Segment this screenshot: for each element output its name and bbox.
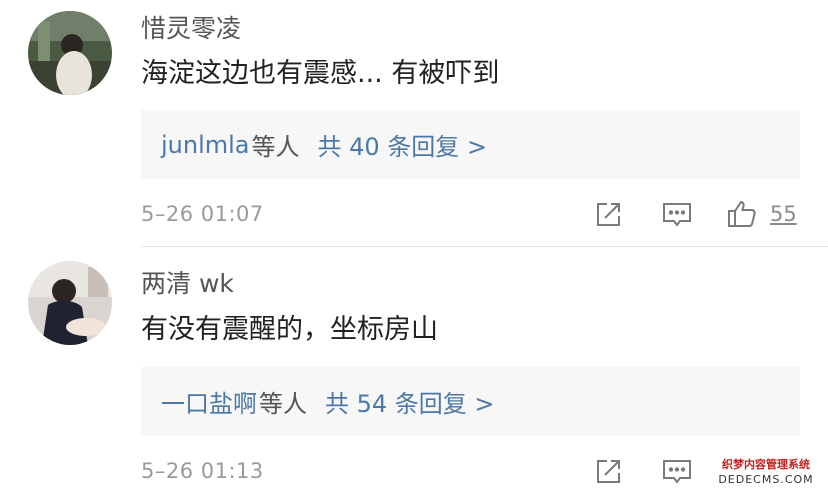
username[interactable]: 惜灵零凌 — [141, 14, 241, 44]
watermark-title: 织梦内容管理系统 — [722, 458, 810, 471]
reply-etc-label: 等人 — [251, 133, 300, 161]
share-icon[interactable] — [593, 455, 625, 487]
thumbs-up-icon[interactable] — [726, 198, 758, 230]
replies-link[interactable]: junlmla 等人 共 40 条回复 > — [141, 110, 800, 179]
comment-item: 两清 wk 有没有震醒的，坐标房山 一口盐啊 等人 共 54 条回复 > 5–2… — [0, 247, 828, 493]
share-icon[interactable] — [593, 198, 625, 230]
comment-icon[interactable] — [661, 198, 693, 230]
comment-item: 惜灵零凌 海淀这边也有震感... 有被吓到 junlmla 等人 共 40 条回… — [0, 0, 828, 247]
comment-meta: 5–26 01:07 55 — [0, 194, 828, 234]
reply-count[interactable]: 共 40 条回复 > — [318, 127, 488, 162]
replies-link[interactable]: 一口盐啊 等人 共 54 条回复 > — [141, 367, 800, 436]
reply-users[interactable]: 一口盐啊 — [161, 384, 257, 419]
comment-text: 有没有震醒的，坐标房山 — [141, 314, 438, 345]
reply-count[interactable]: 共 54 条回复 > — [325, 384, 495, 419]
avatar[interactable] — [28, 261, 112, 345]
timestamp: 5–26 01:13 — [141, 459, 264, 483]
comment-meta: 5–26 01:13 — [0, 451, 828, 491]
username[interactable]: 两清 wk — [141, 269, 234, 299]
watermark-logo: 织梦内容管理系统 DEDECMS.COM — [710, 457, 822, 489]
timestamp: 5–26 01:07 — [141, 202, 264, 226]
comment-text: 海淀这边也有震感... 有被吓到 — [141, 58, 500, 89]
like-count[interactable]: 55 — [770, 200, 797, 228]
avatar[interactable] — [28, 11, 112, 95]
comment-icon[interactable] — [661, 455, 693, 487]
reply-etc-label: 等人 — [259, 390, 307, 418]
reply-users[interactable]: junlmla — [161, 131, 250, 159]
watermark-domain: DEDECMS.COM — [718, 473, 814, 486]
